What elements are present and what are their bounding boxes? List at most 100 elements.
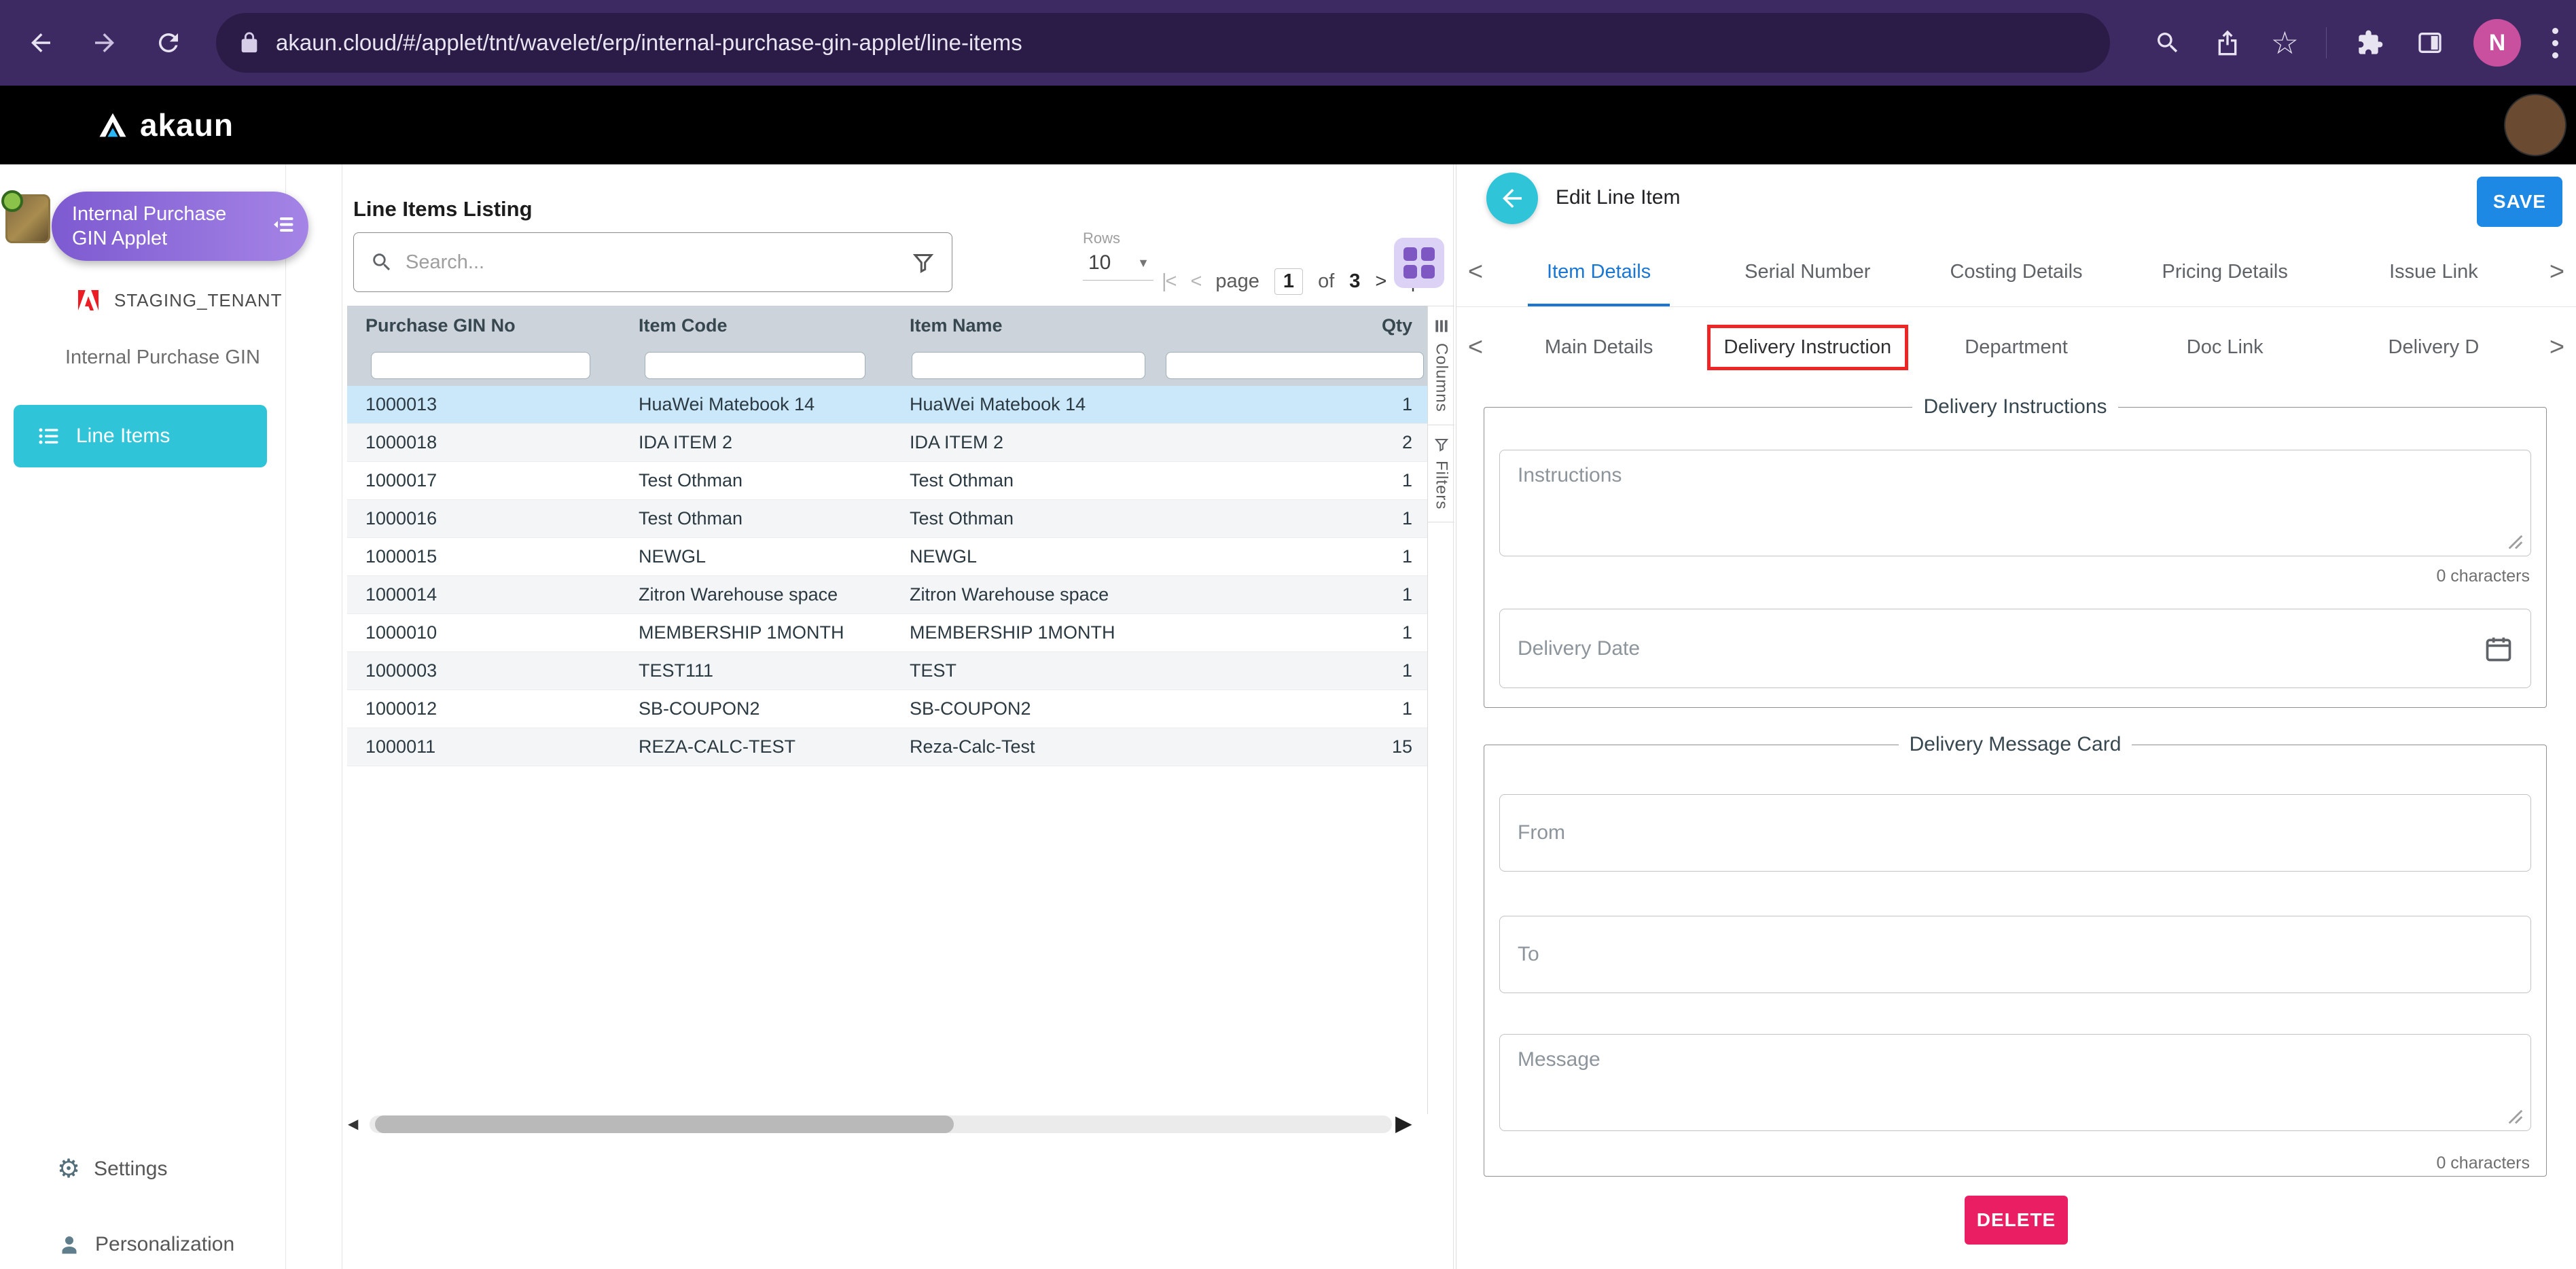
page-label: page xyxy=(1215,270,1259,293)
bookmark-star-icon[interactable]: ☆ xyxy=(2271,27,2299,58)
table-row[interactable]: 1000003 TEST111 TEST 1 xyxy=(347,652,1427,690)
table-row[interactable]: 1000013 HuaWei Matebook 14 HuaWei Matebo… xyxy=(347,386,1427,424)
url-bar[interactable]: akaun.cloud/#/applet/tnt/wavelet/erp/int… xyxy=(216,13,2110,73)
tenant-selector[interactable]: STAGING_TENANT xyxy=(75,287,283,314)
table-row[interactable]: 1000016 Test Othman Test Othman 1 xyxy=(347,500,1427,538)
zoom-icon[interactable] xyxy=(2151,26,2184,59)
header-purchase-gin-no[interactable]: Purchase GIN No xyxy=(347,315,621,336)
first-page-button[interactable]: |< xyxy=(1162,270,1175,293)
prev-page-button[interactable]: < xyxy=(1190,270,1200,293)
filter-input-item-code[interactable] xyxy=(645,352,865,379)
from-input[interactable] xyxy=(1499,794,2531,872)
back-button[interactable] xyxy=(1486,173,1538,224)
cell-item-code: REZA-CALC-TEST xyxy=(621,736,893,757)
extensions-puzzle-icon[interactable] xyxy=(2354,26,2386,59)
calendar-icon[interactable] xyxy=(2484,634,2514,664)
cell-item-code: IDA ITEM 2 xyxy=(621,432,893,453)
tab-issue-link[interactable]: Issue Link xyxy=(2329,238,2538,306)
browser-profile-avatar[interactable]: N xyxy=(2473,19,2521,67)
tab-costing-details[interactable]: Costing Details xyxy=(1912,238,2120,306)
share-icon[interactable] xyxy=(2211,26,2244,59)
grid-view-button[interactable] xyxy=(1394,238,1444,288)
cell-qty: 1 xyxy=(1164,508,1427,529)
resize-grip-icon[interactable] xyxy=(2507,1108,2524,1126)
scroll-right-icon[interactable]: ▶ xyxy=(1395,1110,1412,1136)
tab-main-details[interactable]: Main Details xyxy=(1495,308,1703,387)
header-item-code[interactable]: Item Code xyxy=(621,315,893,336)
personalization-label: Personalization xyxy=(95,1233,234,1256)
sidebar-item-line-items[interactable]: Line Items xyxy=(14,405,267,467)
rows-per-page-select[interactable]: Rows 10 ▼ xyxy=(1083,230,1164,281)
tab-delivery-instruction[interactable]: Delivery Instruction xyxy=(1703,308,1912,387)
cell-item-code: NEWGL xyxy=(621,546,893,567)
chrome-divider xyxy=(2326,27,2327,58)
browser-reload-icon[interactable] xyxy=(152,26,185,59)
akaun-logo-icon xyxy=(95,110,130,140)
delete-button[interactable]: DELETE xyxy=(1965,1196,2068,1245)
header-qty[interactable]: Qty xyxy=(1164,315,1427,336)
instructions-textarea[interactable] xyxy=(1499,450,2531,556)
editor-title: Edit Line Item xyxy=(1556,186,1680,209)
highlight-red-box: Delivery Instruction xyxy=(1707,325,1909,370)
browser-nav xyxy=(24,0,185,86)
table-row[interactable]: 1000010 MEMBERSHIP 1MONTH MEMBERSHIP 1MO… xyxy=(347,614,1427,652)
table-row[interactable]: 1000014 Zitron Warehouse space Zitron Wa… xyxy=(347,576,1427,614)
next-page-button[interactable]: > xyxy=(1375,270,1385,293)
line-items-panel: Line Items Listing Rows 10 ▼ |< < page 1… xyxy=(342,164,1454,1269)
user-profile-photo[interactable] xyxy=(2504,94,2566,156)
filters-side-tab[interactable]: Filters xyxy=(1428,425,1454,522)
applet-menu-icon[interactable] xyxy=(272,213,296,240)
cell-item-name: SB-COUPON2 xyxy=(893,698,1164,719)
sidebar-item-settings[interactable]: ⚙ Settings xyxy=(57,1156,167,1182)
scrollbar-thumb[interactable] xyxy=(375,1115,954,1133)
horizontal-scrollbar[interactable] xyxy=(370,1115,1392,1133)
tab-label: Department xyxy=(1965,336,2068,359)
primary-tabs-scroll-right-icon[interactable]: > xyxy=(2538,238,2576,306)
browser-forward-icon[interactable] xyxy=(88,26,121,59)
browser-back-icon[interactable] xyxy=(24,26,57,59)
total-pages: 3 xyxy=(1349,270,1360,293)
filter-input-item-name[interactable] xyxy=(912,352,1145,379)
resize-grip-icon[interactable] xyxy=(2507,533,2524,551)
tab-doc-link[interactable]: Doc Link xyxy=(2121,308,2329,387)
cell-purchase-gin-no: 1000014 xyxy=(347,584,621,605)
header-item-name[interactable]: Item Name xyxy=(893,315,1164,336)
sidebar-item-label: Line Items xyxy=(76,425,170,448)
table-row[interactable]: 1000015 NEWGL NEWGL 1 xyxy=(347,538,1427,576)
current-page[interactable]: 1 xyxy=(1274,268,1303,295)
tab-serial-number[interactable]: Serial Number xyxy=(1703,238,1912,306)
tab-label: Costing Details xyxy=(1950,261,2082,283)
tab-department[interactable]: Department xyxy=(1912,308,2120,387)
panel-title: Line Items Listing xyxy=(353,197,533,221)
search-input[interactable] xyxy=(406,251,899,274)
table-row[interactable]: 1000018 IDA ITEM 2 IDA ITEM 2 2 xyxy=(347,424,1427,462)
settings-label: Settings xyxy=(94,1158,167,1181)
table-row[interactable]: 1000017 Test Othman Test Othman 1 xyxy=(347,462,1427,500)
table-row[interactable]: 1000012 SB-COUPON2 SB-COUPON2 1 xyxy=(347,690,1427,728)
tab-item-details[interactable]: Item Details xyxy=(1495,238,1703,306)
secondary-tabs-scroll-left-icon[interactable]: < xyxy=(1456,308,1495,387)
sidebar-item-personalization[interactable]: Personalization xyxy=(57,1232,234,1257)
side-panel-icon[interactable] xyxy=(2414,26,2446,59)
primary-tabs-scroll-left-icon[interactable]: < xyxy=(1456,238,1495,306)
delivery-date-input[interactable] xyxy=(1499,609,2531,688)
columns-side-tab[interactable]: Columns xyxy=(1428,306,1454,425)
tab-delivery-details[interactable]: Delivery D xyxy=(2329,308,2538,387)
message-char-counter: 0 characters xyxy=(2436,1154,2530,1173)
tab-pricing-details[interactable]: Pricing Details xyxy=(2121,238,2329,306)
filters-tab-label: Filters xyxy=(1432,461,1451,510)
save-button[interactable]: SAVE xyxy=(2477,177,2562,227)
message-textarea[interactable] xyxy=(1499,1034,2531,1131)
filter-input-purchase-gin-no[interactable] xyxy=(371,352,590,379)
filter-icon[interactable] xyxy=(911,250,935,274)
browser-menu-icon[interactable] xyxy=(2548,28,2562,58)
secondary-tabs-scroll-right-icon[interactable]: > xyxy=(2538,308,2576,387)
filter-input-qty[interactable] xyxy=(1166,352,1424,379)
applet-switcher[interactable]: Internal Purchase GIN Applet xyxy=(52,192,308,261)
table-row[interactable]: 1000011 REZA-CALC-TEST Reza-Calc-Test 15 xyxy=(347,728,1427,766)
to-input[interactable] xyxy=(1499,916,2531,993)
tenant-name: STAGING_TENANT xyxy=(114,290,283,311)
scroll-left-icon[interactable]: ◀ xyxy=(348,1115,358,1132)
akaun-logo[interactable]: akaun xyxy=(95,86,234,164)
sidebar: Internal Purchase GIN Applet STAGING_TEN… xyxy=(0,164,286,1269)
